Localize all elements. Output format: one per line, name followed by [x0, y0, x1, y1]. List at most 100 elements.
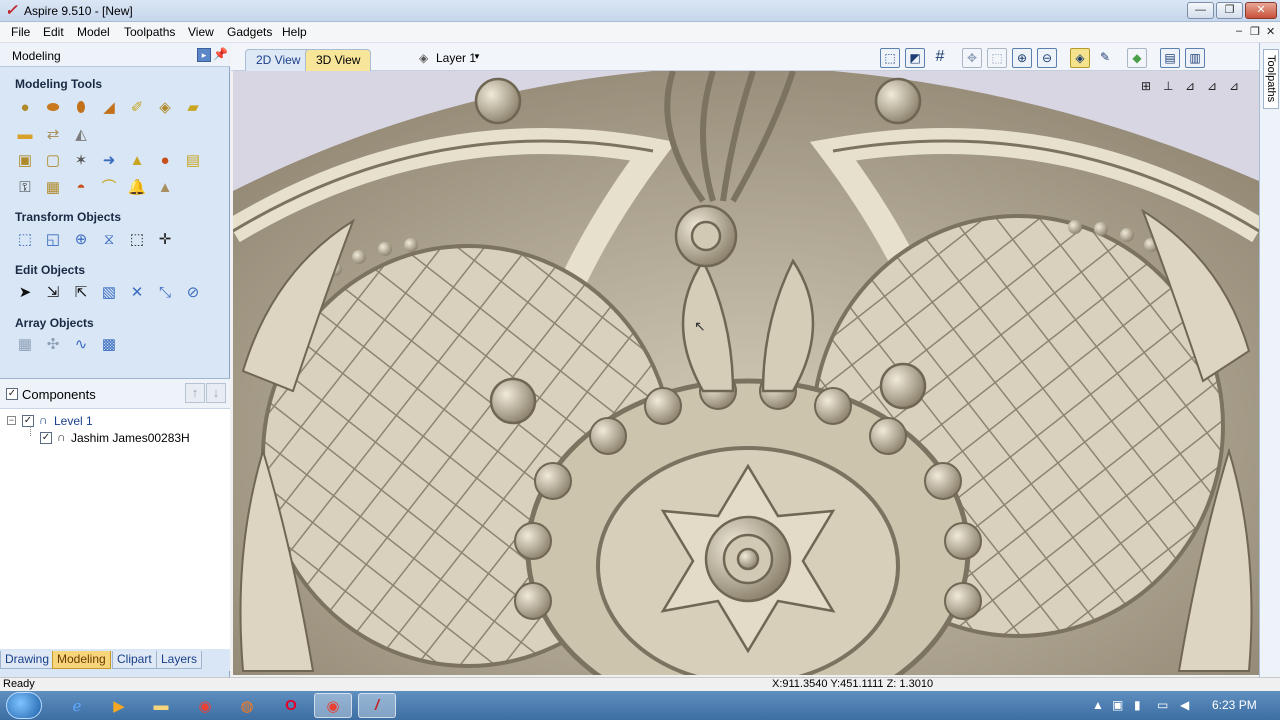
open-component-icon[interactable]: ▬: [14, 123, 36, 145]
tab-layers[interactable]: Layers: [156, 651, 203, 669]
maximize-button[interactable]: ❐: [1216, 2, 1243, 19]
tray-device-icon[interactable]: ▣: [1112, 698, 1123, 712]
render-icon[interactable]: ◆: [1127, 48, 1147, 68]
volume-icon[interactable]: ◀: [1180, 698, 1189, 712]
view-x-icon[interactable]: ⊥: [1163, 79, 1173, 93]
snap-icon[interactable]: ◈: [1070, 48, 1090, 68]
components-checkbox[interactable]: ✓: [6, 388, 18, 400]
menu-file[interactable]: File: [11, 25, 30, 39]
move-down-button[interactable]: ↓: [206, 383, 226, 403]
mdi-restore-button[interactable]: ❐: [1250, 25, 1260, 38]
taskbar-clock[interactable]: 6:23 PM: [1212, 698, 1257, 712]
transform-select-icon[interactable]: ⇱: [70, 281, 92, 303]
import-component-icon[interactable]: ⇄: [42, 123, 64, 145]
view-z-icon[interactable]: ⊿: [1185, 79, 1195, 93]
tab-drawing[interactable]: Drawing: [0, 651, 55, 669]
ie-taskbar-icon[interactable]: ℯ: [58, 693, 96, 718]
zoom-region-icon[interactable]: ◩: [905, 48, 925, 68]
select-arrow-icon[interactable]: ➤: [14, 281, 36, 303]
menu-toolpaths[interactable]: Toolpaths: [124, 25, 175, 39]
menu-help[interactable]: Help: [282, 25, 307, 39]
menu-model[interactable]: Model: [77, 25, 110, 39]
zoom-box-icon[interactable]: ⬚: [987, 48, 1007, 68]
aspire-taskbar-icon[interactable]: /: [358, 693, 396, 718]
level-label[interactable]: Level 1: [54, 414, 93, 428]
tree-collapse-toggle[interactable]: −: [7, 416, 16, 425]
two-rail-sweep-icon[interactable]: ⬬: [42, 96, 64, 118]
create-shape-icon[interactable]: ●: [14, 96, 36, 118]
array-along-curve-icon[interactable]: ∿: [70, 333, 92, 355]
move-icon[interactable]: ⬚: [14, 228, 36, 250]
tile-horizontal-icon[interactable]: ▤: [1160, 48, 1180, 68]
smooth-icon[interactable]: ●: [154, 149, 176, 171]
opera-taskbar-icon[interactable]: O: [272, 693, 310, 718]
toolpaths-tab[interactable]: Toolpaths: [1263, 49, 1279, 109]
measure-icon[interactable]: ✎: [1095, 48, 1115, 68]
move-up-button[interactable]: ↑: [185, 383, 205, 403]
mirror-icon[interactable]: ⧖: [98, 228, 120, 250]
distort-icon[interactable]: ✶: [70, 149, 92, 171]
fade-icon[interactable]: ▢: [42, 149, 64, 171]
firefox-taskbar-icon[interactable]: ◍: [228, 693, 266, 718]
level-checkbox[interactable]: ✓: [22, 415, 34, 427]
pan-icon[interactable]: ✥: [962, 48, 982, 68]
3d-view-canvas[interactable]: ⊞ ⊥ ⊿ ⊿ ⊿ ↖: [233, 71, 1259, 675]
node-edit-icon[interactable]: ⇲: [42, 281, 64, 303]
layers-stack-icon[interactable]: ▲: [154, 176, 176, 198]
rotate-icon[interactable]: ◢: [98, 96, 120, 118]
extrude-icon[interactable]: ⬮: [70, 96, 92, 118]
erase-icon[interactable]: ⊘: [182, 281, 204, 303]
align-icon[interactable]: ✛: [154, 228, 176, 250]
tab-clipart[interactable]: Clipart: [112, 651, 157, 669]
explorer-taskbar-icon[interactable]: ▬: [142, 693, 180, 718]
tab-3d-view[interactable]: 3D View: [305, 49, 372, 71]
delete-icon[interactable]: ✕: [126, 281, 148, 303]
dome-icon[interactable]: ◓: [70, 176, 92, 198]
media-player-taskbar-icon[interactable]: ▶: [100, 693, 138, 718]
texture-icon[interactable]: ▰: [182, 96, 204, 118]
network-icon[interactable]: ▮: [1134, 698, 1141, 712]
edit-component-icon[interactable]: ▧: [98, 281, 120, 303]
tab-2d-view[interactable]: 2D View: [245, 49, 312, 71]
component-checkbox[interactable]: ✓: [40, 432, 52, 444]
nesting-icon[interactable]: ▩: [98, 333, 120, 355]
view-front-icon[interactable]: ⊿: [1207, 79, 1217, 93]
texture-area-icon[interactable]: ▦: [42, 176, 64, 198]
chrome-taskbar-icon[interactable]: ◉: [186, 693, 224, 718]
bounding-box-icon[interactable]: ⬚: [126, 228, 148, 250]
scale-icon[interactable]: ◱: [42, 228, 64, 250]
grid-array-icon[interactable]: ▦: [14, 333, 36, 355]
tile-vertical-icon[interactable]: ▥: [1185, 48, 1205, 68]
view-side-icon[interactable]: ⊿: [1229, 79, 1239, 93]
chrome-alt-taskbar-icon[interactable]: ◉: [314, 693, 352, 718]
start-button[interactable]: [6, 692, 42, 719]
tray-expand-icon[interactable]: ▲: [1092, 698, 1104, 712]
circular-array-icon[interactable]: ✣: [42, 333, 64, 355]
layer-dropdown-icon[interactable]: ▼: [473, 52, 481, 61]
view-iso-icon[interactable]: ⊞: [1141, 79, 1151, 93]
power-icon[interactable]: ▭: [1157, 698, 1168, 712]
pin-icon[interactable]: 📌: [213, 47, 228, 61]
mirror-arrow-icon[interactable]: ➜: [98, 149, 120, 171]
menu-view[interactable]: View: [188, 25, 214, 39]
mdi-close-button[interactable]: ✕: [1266, 25, 1275, 38]
minimize-button[interactable]: —: [1187, 2, 1214, 19]
zoom-in-icon[interactable]: ⊕: [1012, 48, 1032, 68]
bake-icon[interactable]: ▤: [182, 149, 204, 171]
tilt-icon[interactable]: ▲: [126, 149, 148, 171]
slice-icon[interactable]: ◭: [70, 123, 92, 145]
modeling-key-icon[interactable]: ⚿: [14, 176, 36, 198]
zoom-out-icon[interactable]: ⊖: [1037, 48, 1057, 68]
component-label[interactable]: Jashim James00283H: [71, 431, 190, 445]
grid-icon[interactable]: #: [930, 48, 950, 68]
menu-gadgets[interactable]: Gadgets: [227, 25, 272, 39]
arch-icon[interactable]: ⌒: [98, 176, 120, 198]
create-component-icon[interactable]: ▣: [14, 149, 36, 171]
layer-selector[interactable]: Layer 1: [436, 51, 476, 65]
menu-edit[interactable]: Edit: [43, 25, 64, 39]
spin-icon[interactable]: ◈: [154, 96, 176, 118]
rotate-object-icon[interactable]: ⊕: [70, 228, 92, 250]
trim-icon[interactable]: ⤡: [154, 281, 176, 303]
mdi-minimize-button[interactable]: –: [1236, 25, 1242, 37]
tab-modeling[interactable]: Modeling: [52, 651, 111, 669]
